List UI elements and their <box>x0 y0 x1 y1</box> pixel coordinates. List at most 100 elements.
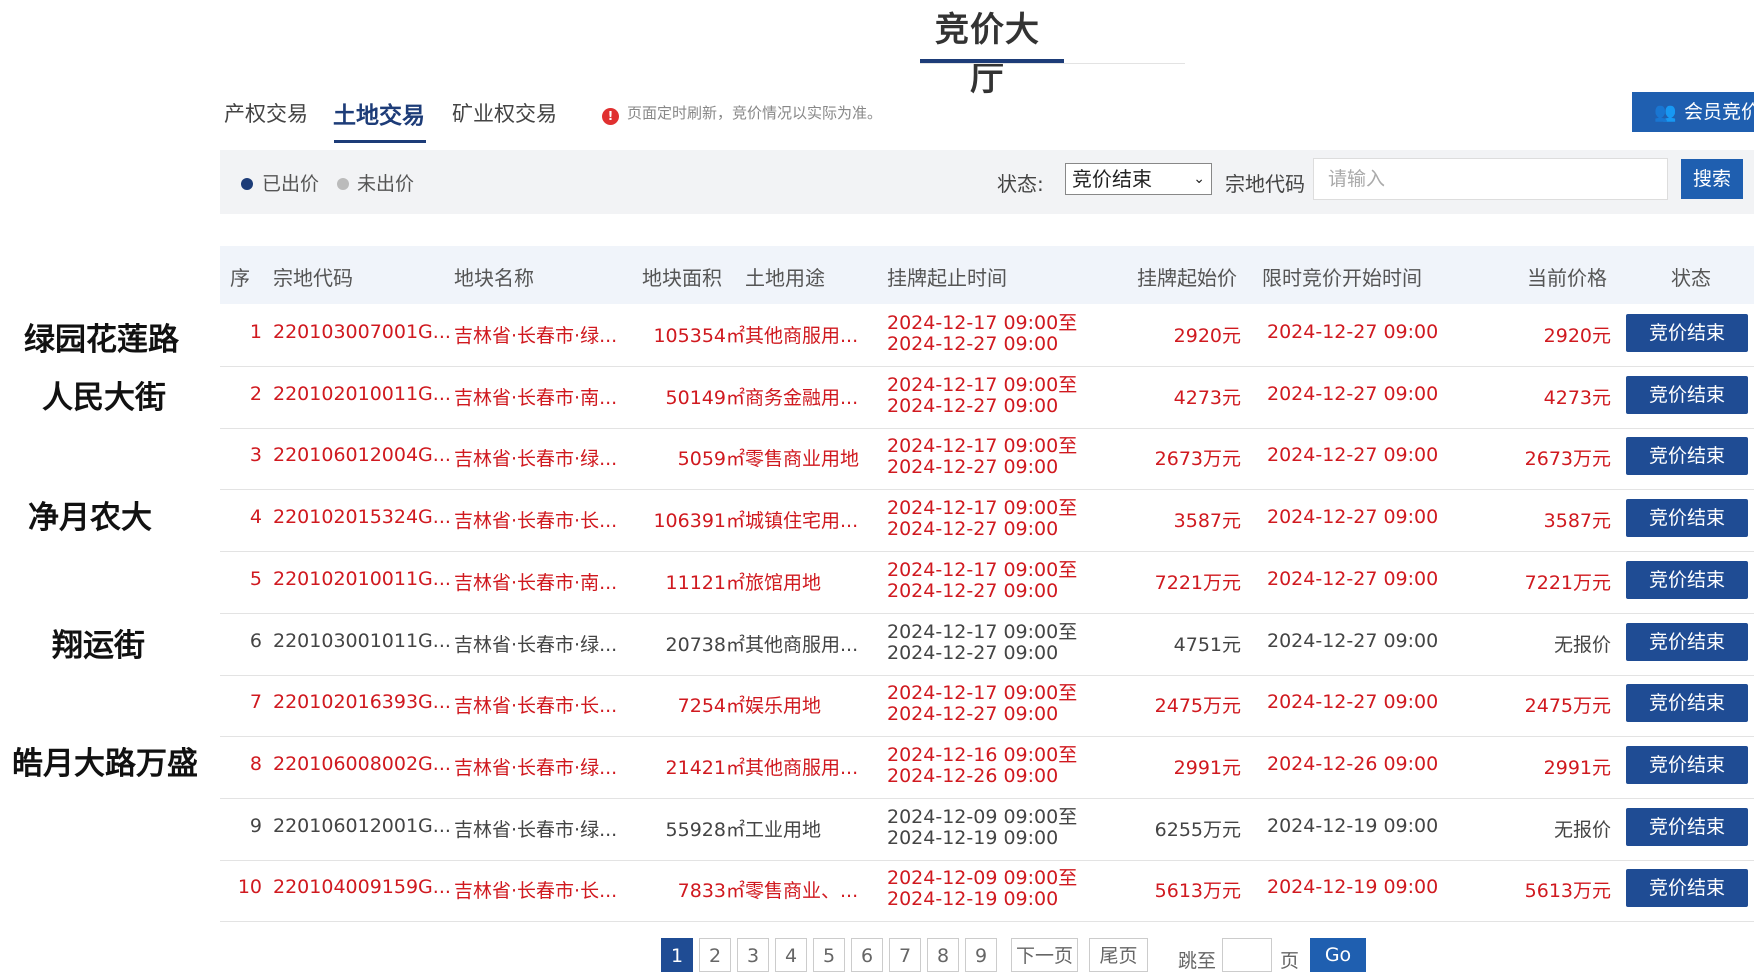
row-parcel-code: 220103001011G... <box>273 630 451 652</box>
last-page-button[interactable]: 尾页 <box>1089 938 1148 972</box>
tab-land-trading[interactable]: 土地交易 <box>333 96 425 130</box>
page-number-button[interactable]: 5 <box>813 938 845 972</box>
row-parcel-name: 吉林省·长春市·绿... <box>454 448 618 470</box>
row-listing-start: 2024-12-17 09:00至 <box>887 374 1078 396</box>
parcel-code-input[interactable]: 请输入 <box>1313 158 1668 200</box>
go-button[interactable]: Go <box>1310 938 1366 972</box>
search-button[interactable]: 搜索 <box>1681 159 1743 199</box>
row-parcel-code: 220102010011G... <box>273 383 451 405</box>
row-area: 7254㎡ <box>677 695 745 717</box>
table-row[interactable]: 8 220106008002G... 吉林省·长春市·绿... 21421㎡ 其他商服用… <box>220 737 1754 799</box>
next-page-button[interactable]: 下一页 <box>1011 938 1078 972</box>
page-number-button[interactable]: 7 <box>889 938 921 972</box>
row-number: 1 <box>249 321 262 343</box>
table-row[interactable]: 9 220106012001G... 吉林省·长春市·绿... 55928㎡ 工业用地 6… <box>220 799 1754 861</box>
status-button[interactable]: 竞价结束 <box>1626 437 1748 475</box>
pagination: 123456789 下一页 尾页 跳至 页 Go <box>0 938 1754 972</box>
row-listing-start: 2024-12-17 09:00至 <box>887 682 1078 704</box>
row-start-price: 2920元 <box>1173 325 1241 347</box>
status-button[interactable]: 竞价结束 <box>1626 499 1748 537</box>
row-area: 50149㎡ <box>665 387 745 409</box>
page-number-button[interactable]: 2 <box>699 938 731 972</box>
member-bidding-button[interactable]: 👥 会员竞价 <box>1632 92 1754 132</box>
page-jump-input[interactable] <box>1222 938 1272 972</box>
row-number: 10 <box>237 876 262 898</box>
row-number: 9 <box>249 815 262 837</box>
table-row[interactable]: 6 220103001011G... 吉林省·长春市·绿... 20738㎡ 其他商服用… <box>220 614 1754 676</box>
row-parcel-name: 吉林省·长春市·南... <box>454 572 618 594</box>
row-parcel-code: 220103007001G... <box>273 321 451 343</box>
row-number: 3 <box>249 444 262 466</box>
page-number-button[interactable]: 1 <box>661 938 693 972</box>
member-icon: 👥 <box>1654 102 1677 123</box>
row-land-use: 其他商服用... <box>745 757 859 779</box>
status-button[interactable]: 竞价结束 <box>1626 376 1748 414</box>
page-number-button[interactable]: 4 <box>775 938 807 972</box>
row-listing-start: 2024-12-09 09:00至 <box>887 867 1078 889</box>
table-row[interactable]: 5 220102010011G... 吉林省·长春市·南... 11121㎡ 旅馆用地 7… <box>220 552 1754 614</box>
active-tab-indicator <box>334 140 426 143</box>
row-start-price: 5613万元 <box>1154 880 1241 902</box>
row-area: 5059㎡ <box>677 448 745 470</box>
row-listing-end: 2024-12-19 09:00 <box>887 827 1059 849</box>
row-parcel-name: 吉林省·长春市·绿... <box>454 819 618 841</box>
row-parcel-code: 220106012001G... <box>273 815 451 837</box>
status-button[interactable]: 竞价结束 <box>1626 314 1748 352</box>
header-listing-period: 挂牌起止时间 <box>887 266 1007 290</box>
row-listing-end: 2024-12-27 09:00 <box>887 456 1059 478</box>
table-row[interactable]: 10 220104009159G... 吉林省·长春市·长... 7833㎡ 零售商业、… <box>220 860 1754 922</box>
tab-mining-rights-trading[interactable]: 矿业权交易 <box>452 98 557 128</box>
header-current-price: 当前价格 <box>1527 266 1607 290</box>
page-number-button[interactable]: 9 <box>965 938 997 972</box>
table-row[interactable]: 4 220102015324G... 吉林省·长春市·长... 106391㎡ 城镇住宅… <box>220 490 1754 552</box>
row-parcel-code: 220102015324G... <box>273 506 451 528</box>
row-listing-start: 2024-12-17 09:00至 <box>887 435 1078 457</box>
row-listing-start: 2024-12-17 09:00至 <box>887 559 1078 581</box>
status-button[interactable]: 竞价结束 <box>1626 623 1748 661</box>
row-land-use: 商务金融用... <box>745 387 859 409</box>
row-parcel-name: 吉林省·长春市·长... <box>454 695 618 717</box>
row-listing-end: 2024-12-27 09:00 <box>887 580 1059 602</box>
table-row[interactable]: 3 220106012004G... 吉林省·长春市·绿... 5059㎡ 零售商业用地… <box>220 428 1754 490</box>
row-start-price: 7221万元 <box>1154 572 1241 594</box>
row-area: 105354㎡ <box>653 325 745 347</box>
row-listing-start: 2024-12-17 09:00至 <box>887 497 1078 519</box>
table-row[interactable]: 7 220102016393G... 吉林省·长春市·长... 7254㎡ 娱乐用地 24… <box>220 675 1754 737</box>
row-bid-start-time: 2024-12-19 09:00 <box>1267 815 1439 837</box>
status-button[interactable]: 竞价结束 <box>1626 746 1748 784</box>
row-bid-start-time: 2024-12-27 09:00 <box>1267 444 1439 466</box>
status-select[interactable]: 竞价结束 ⌄ <box>1065 163 1212 195</box>
row-area: 106391㎡ <box>653 510 745 532</box>
row-current-price: 2991元 <box>1543 757 1611 779</box>
row-bid-start-time: 2024-12-19 09:00 <box>1267 876 1439 898</box>
status-select-value: 竞价结束 <box>1072 167 1152 191</box>
row-area: 21421㎡ <box>665 757 745 779</box>
status-button[interactable]: 竞价结束 <box>1626 808 1748 846</box>
row-listing-end: 2024-12-19 09:00 <box>887 888 1059 910</box>
row-parcel-code: 220102016393G... <box>273 691 451 713</box>
tab-property-trading[interactable]: 产权交易 <box>224 98 308 128</box>
page-number-button[interactable]: 3 <box>737 938 769 972</box>
table-header: 序 宗地代码 地块名称 地块面积 土地用途 挂牌起止时间 挂牌起始价 限时竞价开… <box>220 246 1754 304</box>
page-number-button[interactable]: 6 <box>851 938 883 972</box>
header-no: 序 <box>230 266 250 290</box>
header-status: 状态 <box>1671 266 1711 290</box>
row-land-use: 工业用地 <box>745 819 822 841</box>
row-listing-end: 2024-12-27 09:00 <box>887 642 1059 664</box>
page-number-button[interactable]: 8 <box>927 938 959 972</box>
row-listing-start: 2024-12-17 09:00至 <box>887 312 1078 334</box>
row-listing-start: 2024-12-17 09:00至 <box>887 621 1078 643</box>
row-parcel-name: 吉林省·长春市·绿... <box>454 757 618 779</box>
row-number: 7 <box>249 691 262 713</box>
status-button[interactable]: 竞价结束 <box>1626 561 1748 599</box>
table-row[interactable]: 2 220102010011G... 吉林省·长春市·南... 50149㎡ 商务金融用… <box>220 367 1754 429</box>
row-parcel-name: 吉林省·长春市·绿... <box>454 325 618 347</box>
location-annotation: 人民大街 <box>42 380 166 416</box>
status-button[interactable]: 竞价结束 <box>1626 684 1748 722</box>
table-row[interactable]: 1 220103007001G... 吉林省·长春市·绿... 105354㎡ 其他商服… <box>220 305 1754 367</box>
row-current-price: 7221万元 <box>1524 572 1611 594</box>
row-current-price: 5613万元 <box>1524 880 1611 902</box>
status-button[interactable]: 竞价结束 <box>1626 869 1748 907</box>
title-divider <box>920 63 1185 64</box>
row-start-price: 4273元 <box>1173 387 1241 409</box>
